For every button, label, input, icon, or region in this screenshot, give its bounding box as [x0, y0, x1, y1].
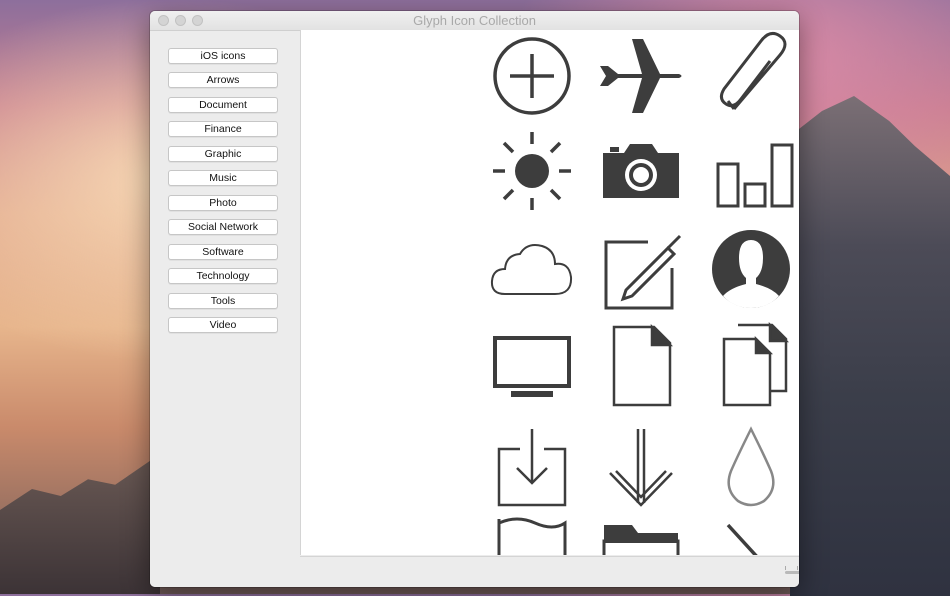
category-button-software[interactable]: Software — [168, 244, 278, 260]
category-button-arrows[interactable]: Arrows — [168, 72, 278, 88]
app-window: Glyph Icon Collection iOS icons Arrows D… — [150, 11, 799, 587]
documents-icon[interactable] — [706, 321, 796, 411]
bar-chart-icon[interactable] — [706, 126, 796, 216]
category-button-technology[interactable]: Technology — [168, 268, 278, 284]
category-button-document[interactable]: Document — [168, 97, 278, 113]
user-avatar-icon[interactable] — [706, 224, 796, 314]
close-window-button[interactable] — [158, 15, 169, 26]
folder-icon[interactable] — [596, 513, 686, 555]
zoom-slider[interactable] — [785, 571, 799, 574]
category-button-finance[interactable]: Finance — [168, 121, 278, 137]
cloud-icon[interactable] — [487, 224, 577, 314]
icon-grid — [300, 30, 799, 555]
flag-icon[interactable] — [487, 513, 577, 555]
category-sidebar: iOS icons Arrows Document Finance Graphi… — [150, 31, 300, 587]
category-button-ios-icons[interactable]: iOS icons — [168, 48, 278, 64]
category-button-music[interactable]: Music — [168, 170, 278, 186]
camera-icon[interactable] — [596, 126, 686, 216]
document-icon[interactable] — [596, 321, 686, 411]
line-icon[interactable] — [706, 513, 796, 555]
paperclip-icon[interactable] — [706, 31, 796, 121]
zoom-slider-ticks — [785, 566, 799, 570]
airplane-icon[interactable] — [596, 31, 686, 121]
window-title: Glyph Icon Collection — [413, 13, 536, 28]
category-button-video[interactable]: Video — [168, 317, 278, 333]
title-bar: Glyph Icon Collection — [150, 11, 799, 31]
monitor-icon[interactable] — [487, 321, 577, 411]
sun-icon[interactable] — [487, 126, 577, 216]
category-button-tools[interactable]: Tools — [168, 293, 278, 309]
category-button-photo[interactable]: Photo — [168, 195, 278, 211]
drop-icon[interactable] — [706, 419, 796, 509]
category-button-graphic[interactable]: Graphic — [168, 146, 278, 162]
zoom-window-button[interactable] — [192, 15, 203, 26]
wallpaper-mountain-right — [790, 96, 950, 596]
download-tray-icon[interactable] — [487, 419, 577, 509]
compose-icon[interactable] — [596, 224, 686, 314]
category-button-social-network[interactable]: Social Network — [168, 219, 278, 235]
bottom-bar — [300, 556, 799, 587]
add-circle-icon[interactable] — [487, 31, 577, 121]
minimize-window-button[interactable] — [175, 15, 186, 26]
arrow-down-icon[interactable] — [596, 419, 686, 509]
wallpaper-mountain-left — [0, 454, 160, 594]
